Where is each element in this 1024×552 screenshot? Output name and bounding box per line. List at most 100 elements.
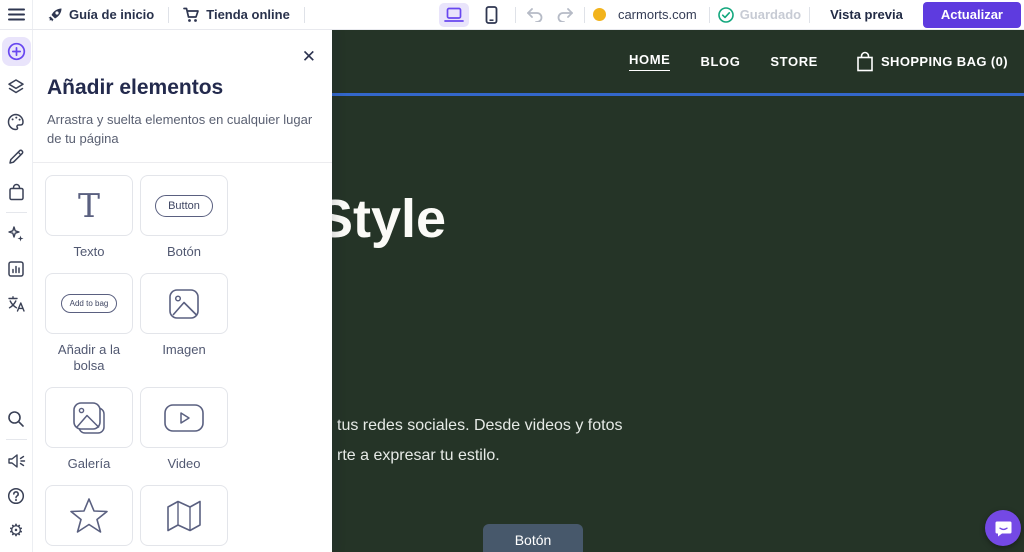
button-icon: Button — [155, 195, 213, 217]
shopping-bag-link[interactable]: SHOPPING BAG (0) — [856, 51, 1008, 72]
element-map[interactable]: Mapa — [140, 485, 228, 552]
sidebar-settings[interactable]: ⚙ — [2, 513, 31, 548]
help-icon — [7, 487, 25, 505]
megaphone-icon — [7, 453, 26, 469]
element-video[interactable]: Video — [140, 387, 228, 472]
saved-check-icon — [718, 7, 734, 23]
update-button[interactable]: Actualizar — [923, 2, 1021, 28]
nav-home[interactable]: HOME — [629, 52, 670, 71]
cart-icon — [183, 7, 200, 23]
star-icon — [69, 497, 109, 535]
element-image-tile[interactable] — [140, 273, 228, 334]
element-image[interactable]: Imagen — [140, 273, 228, 374]
sidebar-stats[interactable] — [2, 251, 31, 286]
preview-button[interactable]: Vista previa — [818, 7, 915, 22]
divider — [6, 212, 27, 213]
hero-button[interactable]: Botón — [483, 524, 583, 552]
undo-button[interactable] — [524, 4, 546, 26]
chat-bubble-icon — [995, 520, 1012, 537]
online-store-button[interactable]: Tienda online — [169, 0, 304, 29]
desktop-icon — [444, 7, 464, 23]
close-icon[interactable]: ✕ — [302, 48, 316, 65]
text-icon: T — [78, 189, 100, 222]
video-icon — [163, 403, 205, 433]
setup-guide-button[interactable]: Guía de inicio — [33, 0, 168, 29]
add-circle-icon — [7, 42, 26, 61]
sidebar-theme[interactable] — [2, 104, 31, 139]
domain-name[interactable]: carmorts.com — [618, 7, 697, 22]
palette-icon — [7, 113, 25, 131]
element-label: Video — [167, 456, 200, 472]
element-shape-tile[interactable] — [45, 485, 133, 546]
sidebar-help[interactable] — [2, 478, 31, 513]
elements-grid: T Texto Button Botón Add to bag Añadir a… — [33, 163, 332, 552]
sidebar-translate[interactable] — [2, 286, 31, 321]
sidebar-ai-tools[interactable] — [2, 216, 31, 251]
undo-icon — [526, 8, 544, 22]
hamburger-menu-button[interactable] — [0, 0, 33, 29]
redo-icon — [556, 8, 574, 22]
rocket-icon — [47, 7, 63, 23]
hero-heading[interactable]: Style — [332, 188, 446, 250]
mobile-icon — [485, 6, 498, 24]
layers-icon — [7, 78, 25, 96]
element-gallery[interactable]: Galería — [45, 387, 133, 472]
map-icon — [164, 499, 204, 533]
element-map-tile[interactable] — [140, 485, 228, 546]
element-text[interactable]: T Texto — [45, 175, 133, 260]
online-store-label: Tienda online — [206, 7, 290, 22]
site-navbar: HOME BLOG STORE SHOPPING BAG (0) — [332, 30, 1024, 93]
mobile-view-button[interactable] — [477, 3, 507, 27]
stats-icon — [7, 260, 25, 278]
shopping-bag-label: SHOPPING BAG (0) — [881, 54, 1008, 69]
divider — [709, 7, 710, 23]
element-add-to-bag-tile[interactable]: Add to bag — [45, 273, 133, 334]
element-button-tile[interactable]: Button — [140, 175, 228, 236]
site-canvas[interactable]: HOME BLOG STORE SHOPPING BAG (0) Style t… — [332, 30, 1024, 552]
element-label: Galería — [68, 456, 111, 472]
element-video-tile[interactable] — [140, 387, 228, 448]
desktop-view-button[interactable] — [439, 3, 469, 27]
element-gallery-tile[interactable] — [45, 387, 133, 448]
section-selection-indicator — [332, 93, 1024, 96]
saved-status: Guardado — [718, 7, 801, 23]
divider — [304, 7, 305, 23]
domain-status-dot — [593, 8, 606, 21]
divider — [6, 439, 27, 440]
hamburger-icon — [8, 8, 25, 21]
panel-title: Añadir elementos — [47, 76, 318, 100]
element-button[interactable]: Button Botón — [140, 175, 228, 260]
hero-paragraph-line2: rte a expresar tu estilo. — [337, 441, 622, 471]
shopping-bag-icon — [8, 183, 25, 201]
add-to-bag-icon: Add to bag — [61, 294, 118, 313]
element-label: Imagen — [162, 342, 205, 358]
search-icon — [7, 410, 25, 428]
divider — [809, 7, 810, 23]
sidebar-sections[interactable] — [2, 69, 31, 104]
panel-subtitle: Arrastra y suelta elementos en cualquier… — [47, 110, 318, 148]
nav-store[interactable]: STORE — [770, 54, 818, 69]
shopping-bag-icon — [856, 51, 874, 72]
saved-label: Guardado — [740, 7, 801, 22]
gear-icon: ⚙ — [8, 522, 23, 539]
element-label: Botón — [167, 244, 201, 260]
sidebar-announcements[interactable] — [2, 443, 31, 478]
sidebar-commerce[interactable] — [2, 174, 31, 209]
sidebar-search[interactable] — [2, 401, 31, 436]
nav-blog[interactable]: BLOG — [700, 54, 740, 69]
sidebar-edit[interactable] — [2, 139, 31, 174]
image-icon — [167, 287, 201, 321]
element-text-tile[interactable]: T — [45, 175, 133, 236]
hero-paragraph-line1: tus redes sociales. Desde videos y fotos — [337, 411, 622, 441]
sidebar-add-elements[interactable] — [2, 37, 31, 66]
setup-guide-label: Guía de inicio — [69, 7, 154, 22]
chat-widget-button[interactable] — [985, 510, 1021, 546]
hero-paragraph[interactable]: tus redes sociales. Desde videos y fotos… — [337, 411, 622, 471]
element-add-to-bag[interactable]: Add to bag Añadir a la bolsa — [45, 273, 133, 374]
pencil-icon — [7, 148, 25, 166]
divider — [584, 7, 585, 23]
redo-button[interactable] — [554, 4, 576, 26]
element-shape[interactable]: Forma — [45, 485, 133, 552]
sparkles-icon — [7, 225, 25, 243]
divider — [515, 7, 516, 23]
